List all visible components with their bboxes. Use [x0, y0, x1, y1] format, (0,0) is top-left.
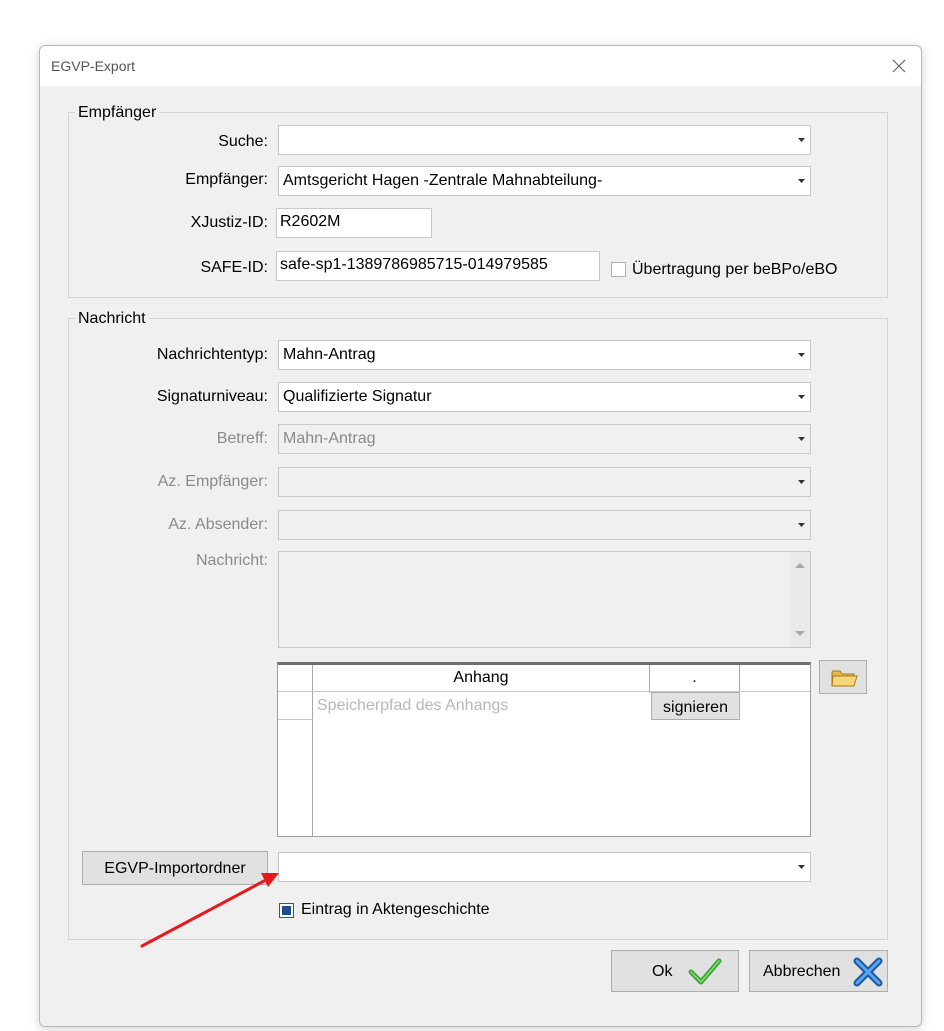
title-bar: EGVP-Export: [40, 46, 921, 86]
recipient-group-legend: Empfänger: [75, 103, 160, 123]
xjustiz-id-label: XJustiz-ID:: [190, 214, 268, 231]
checkmark-icon: [688, 958, 722, 985]
history-checkbox[interactable]: [279, 903, 294, 918]
cross-icon: [853, 957, 883, 987]
subject-combo: Mahn-Antrag: [278, 424, 811, 454]
import-folder-combo[interactable]: [278, 852, 811, 882]
close-button[interactable]: [885, 52, 913, 80]
cancel-button-label: Abbrechen: [763, 963, 841, 980]
message-type-label: Nachrichtentyp:: [156, 346, 268, 363]
grid-row-divider: [278, 719, 313, 720]
safe-id-value: safe-sp1-1389786985715-014979585: [280, 256, 548, 273]
egvp-import-folder-button[interactable]: EGVP-Importordner: [82, 851, 268, 885]
close-icon: [892, 59, 906, 73]
search-combo[interactable]: [278, 125, 811, 155]
message-type-value: Mahn-Antrag: [283, 346, 376, 363]
safe-id-field[interactable]: safe-sp1-1389786985715-014979585: [276, 251, 600, 281]
az-recipient-label: Az. Empfänger:: [157, 473, 268, 490]
ok-button-label: Ok: [652, 963, 673, 980]
sign-button-label: signieren: [663, 699, 728, 716]
chevron-down-icon[interactable]: [792, 383, 810, 411]
scroll-down-icon[interactable]: [790, 627, 810, 641]
signature-level-label: Signaturniveau:: [156, 388, 268, 405]
history-checkbox-label[interactable]: Eintrag in Aktengeschichte: [301, 900, 490, 920]
sign-button[interactable]: signieren: [651, 692, 740, 720]
signature-level-combo[interactable]: Qualifizierte Signatur: [278, 382, 811, 412]
message-label: Nachricht:: [195, 552, 268, 569]
message-textarea: [278, 551, 811, 648]
chevron-down-icon: [792, 468, 810, 496]
subject-value: Mahn-Antrag: [283, 430, 376, 447]
message-scrollbar[interactable]: [790, 552, 810, 647]
cancel-button[interactable]: Abbrechen: [749, 950, 888, 992]
az-sender-combo: [278, 510, 811, 540]
az-recipient-combo: [278, 467, 811, 497]
subject-label: Betreff:: [216, 430, 268, 447]
chevron-down-icon[interactable]: [792, 126, 810, 154]
xjustiz-id-value: R2602M: [280, 213, 341, 230]
safe-id-label: SAFE-ID:: [200, 259, 268, 276]
egvp-import-folder-button-label: EGVP-Importordner: [104, 860, 246, 877]
chevron-down-icon[interactable]: [792, 167, 810, 195]
table-row[interactable]: Speicherpfad des Anhangs signieren: [313, 692, 810, 720]
signature-level-value: Qualifizierte Signatur: [283, 388, 432, 405]
window-title: EGVP-Export: [51, 58, 136, 74]
egvp-export-dialog: EGVP-Export Empfänger Suche: Empfänger: …: [39, 45, 922, 1027]
bebpo-checkbox[interactable]: [611, 262, 626, 277]
folder-icon: [831, 670, 858, 687]
scroll-up-icon[interactable]: [790, 558, 810, 572]
search-label: Suche:: [218, 133, 268, 150]
grid-col-divider: [739, 665, 740, 693]
recipient-label: Empfänger:: [185, 171, 268, 188]
message-type-combo[interactable]: Mahn-Antrag: [278, 340, 811, 370]
attachment-grid[interactable]: Anhang . Speicherpfad des Anhangs signie…: [277, 662, 811, 837]
xjustiz-id-field[interactable]: R2602M: [276, 208, 432, 238]
attachment-path-placeholder[interactable]: Speicherpfad des Anhangs: [317, 696, 508, 716]
bebpo-checkbox-label[interactable]: Übertragung per beBPo/eBO: [632, 260, 837, 280]
attachment-column-header-2[interactable]: .: [650, 668, 739, 688]
browse-attachment-button[interactable]: [819, 660, 867, 694]
message-group-legend: Nachricht: [75, 309, 149, 329]
az-sender-label: Az. Absender:: [168, 516, 268, 533]
ok-button[interactable]: Ok: [611, 950, 739, 992]
chevron-down-icon: [792, 425, 810, 453]
chevron-down-icon[interactable]: [792, 853, 810, 881]
recipient-value: Amtsgericht Hagen -Zentrale Mahnabteilun…: [283, 172, 603, 189]
attachment-column-header[interactable]: Anhang: [313, 668, 649, 688]
recipient-combo[interactable]: Amtsgericht Hagen -Zentrale Mahnabteilun…: [278, 166, 811, 196]
chevron-down-icon[interactable]: [792, 341, 810, 369]
chevron-down-icon: [792, 511, 810, 539]
